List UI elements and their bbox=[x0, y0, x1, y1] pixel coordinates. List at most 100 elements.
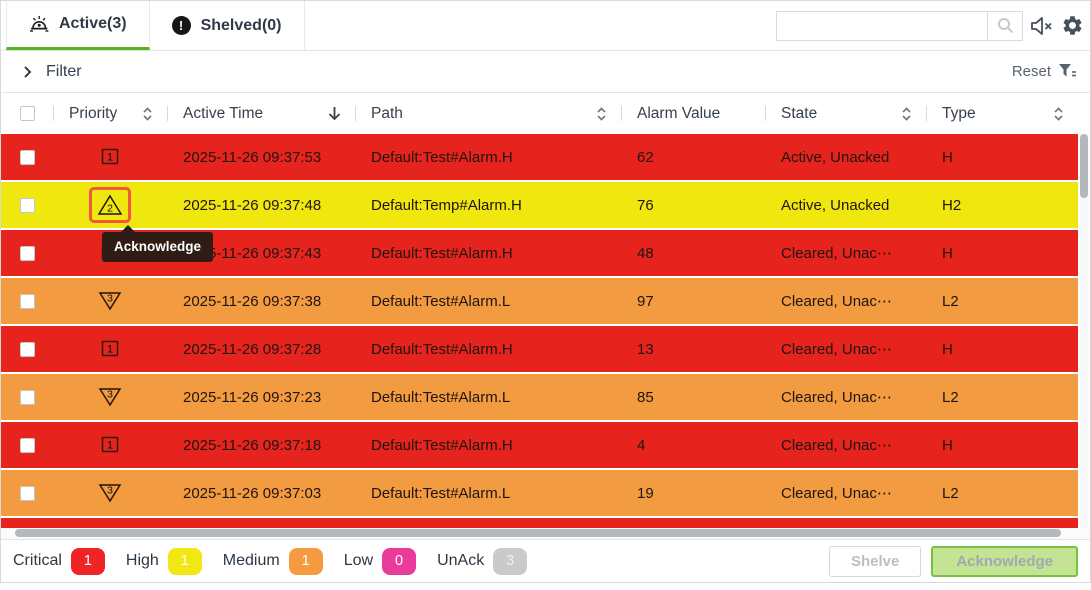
footer-actions: Shelve Acknowledge bbox=[829, 546, 1078, 577]
alarm-row[interactable]: 3 2025-11-26 09:37:38 Default:Test#Alarm… bbox=[1, 278, 1078, 324]
alarm-row[interactable]: 2 2025-11-26 09:37:48 Default:Temp#Alarm… bbox=[1, 182, 1078, 228]
filter-funnel-icon bbox=[1059, 64, 1076, 79]
critical-count-badge: 1 bbox=[71, 548, 105, 575]
type-cell: H bbox=[926, 437, 1078, 454]
alarm-value-cell: 13 bbox=[621, 341, 765, 358]
type-cell: L2 bbox=[926, 293, 1078, 310]
legend-high-label: High bbox=[126, 552, 159, 570]
exclamation-circle-icon: ! bbox=[172, 16, 191, 35]
search-input[interactable] bbox=[776, 11, 987, 41]
sort-desc-icon[interactable] bbox=[328, 106, 341, 121]
tab-shelved-alarms[interactable]: ! Shelved(0) bbox=[150, 1, 305, 50]
svg-text:3: 3 bbox=[107, 293, 113, 305]
header-active-time[interactable]: Active Time bbox=[167, 93, 355, 134]
row-checkbox[interactable] bbox=[20, 390, 35, 405]
row-checkbox[interactable] bbox=[20, 150, 35, 165]
row-checkbox[interactable] bbox=[20, 294, 35, 309]
row-checkbox[interactable] bbox=[20, 246, 35, 261]
legend-medium-label: Medium bbox=[223, 552, 280, 570]
tab-active-alarms[interactable]: Active(3) bbox=[6, 1, 150, 50]
header-select-all[interactable] bbox=[1, 93, 53, 134]
row-checkbox[interactable] bbox=[20, 438, 35, 453]
svg-text:3: 3 bbox=[107, 485, 113, 497]
state-cell: Cleared, Unac⋯ bbox=[765, 436, 926, 454]
mute-icon[interactable] bbox=[1030, 16, 1054, 36]
acknowledge-hover-target[interactable]: 2 bbox=[89, 187, 131, 223]
settings-gear-icon[interactable] bbox=[1061, 14, 1084, 37]
alarm-viewer-window: Active(3) ! Shelved(0) bbox=[0, 0, 1091, 583]
alarm-row[interactable]: 1 2025-11-26 09:37:28 Default:Test#Alarm… bbox=[1, 326, 1078, 372]
legend-medium: Medium 1 bbox=[223, 548, 323, 575]
alarm-row[interactable]: 1 2025-11-26 09:37:18 Default:Test#Alarm… bbox=[1, 422, 1078, 468]
path-cell: Default:Test#Alarm.H bbox=[355, 437, 621, 454]
sort-both-icon[interactable] bbox=[1053, 106, 1064, 122]
vertical-scrollbar[interactable] bbox=[1080, 134, 1088, 528]
legend-critical-label: Critical bbox=[13, 552, 62, 570]
sort-both-icon[interactable] bbox=[596, 106, 607, 122]
type-cell: H bbox=[926, 245, 1078, 262]
status-footer: Critical 1 High 1 Medium 1 Low 0 UnAck 3… bbox=[1, 539, 1090, 582]
path-cell: Default:Test#Alarm.H bbox=[355, 341, 621, 358]
header-state-label: State bbox=[781, 105, 817, 123]
legend-low: Low 0 bbox=[344, 548, 416, 575]
path-cell: Default:Test#Alarm.L bbox=[355, 485, 621, 502]
priority-3-icon: 3 bbox=[97, 385, 123, 409]
sort-both-icon[interactable] bbox=[142, 106, 153, 122]
path-cell: Default:Test#Alarm.L bbox=[355, 389, 621, 406]
header-alarm-value-label: Alarm Value bbox=[637, 105, 720, 123]
header-active-time-label: Active Time bbox=[183, 105, 263, 123]
row-checkbox[interactable] bbox=[20, 486, 35, 501]
priority-2-icon: 2 bbox=[97, 193, 123, 217]
tab-bar-spacer bbox=[305, 1, 777, 50]
active-time-cell: 2025-11-26 09:37:48 bbox=[167, 197, 355, 214]
high-count-badge: 1 bbox=[168, 548, 202, 575]
header-priority[interactable]: Priority bbox=[53, 93, 167, 134]
priority-1-icon: 1 bbox=[97, 145, 123, 169]
alarm-value-cell: 19 bbox=[621, 485, 765, 502]
alarm-value-cell: 85 bbox=[621, 389, 765, 406]
alarm-row[interactable]: 3 2025-11-26 09:37:23 Default:Test#Alarm… bbox=[1, 374, 1078, 420]
alarm-row[interactable]: 3 2025-11-26 09:37:03 Default:Test#Alarm… bbox=[1, 470, 1078, 516]
horizontal-scrollbar[interactable] bbox=[1, 528, 1090, 539]
shelve-button[interactable]: Shelve bbox=[829, 546, 921, 577]
header-alarm-value[interactable]: Alarm Value bbox=[621, 93, 765, 134]
search-button[interactable] bbox=[987, 11, 1023, 41]
svg-text:3: 3 bbox=[107, 389, 113, 401]
legend-critical: Critical 1 bbox=[13, 548, 105, 575]
header-path-label: Path bbox=[371, 105, 403, 123]
header-path[interactable]: Path bbox=[355, 93, 621, 134]
legend-low-label: Low bbox=[344, 552, 373, 570]
search-group bbox=[776, 11, 1023, 40]
priority-3-icon: 3 bbox=[97, 481, 123, 505]
reset-filter-button[interactable]: Reset bbox=[1012, 63, 1076, 80]
priority-1-icon: 1 bbox=[97, 337, 123, 361]
vertical-scrollbar-thumb[interactable] bbox=[1080, 134, 1088, 198]
path-cell: Default:Temp#Alarm.H bbox=[355, 197, 621, 214]
chevron-right-icon bbox=[23, 65, 32, 79]
alarm-row-partial[interactable] bbox=[1, 518, 1078, 528]
alarm-value-cell: 62 bbox=[621, 149, 765, 166]
header-state[interactable]: State bbox=[765, 93, 926, 134]
table-header: Priority Active Time Path bbox=[1, 93, 1078, 134]
type-cell: H bbox=[926, 149, 1078, 166]
legend-unack: UnAck 3 bbox=[437, 548, 527, 575]
svg-text:1: 1 bbox=[107, 344, 113, 356]
acknowledge-tooltip: Acknowledge bbox=[102, 232, 213, 262]
acknowledge-button[interactable]: Acknowledge bbox=[931, 546, 1078, 577]
state-cell: Active, Unacked bbox=[765, 197, 926, 214]
select-all-checkbox[interactable] bbox=[20, 106, 35, 121]
row-checkbox[interactable] bbox=[20, 342, 35, 357]
alarm-row[interactable]: 1 2025-11-26 09:37:53 Default:Test#Alarm… bbox=[1, 134, 1078, 180]
header-type[interactable]: Type bbox=[926, 93, 1078, 134]
type-cell: H2 bbox=[926, 197, 1078, 214]
tab-shelved-label: Shelved(0) bbox=[201, 17, 282, 35]
alarm-value-cell: 4 bbox=[621, 437, 765, 454]
active-time-cell: 2025-11-26 09:37:53 bbox=[167, 149, 355, 166]
state-cell: Active, Unacked bbox=[765, 149, 926, 166]
filter-expander[interactable]: Filter bbox=[23, 63, 82, 81]
sort-both-icon[interactable] bbox=[901, 106, 912, 122]
search-icon bbox=[997, 17, 1014, 34]
row-checkbox[interactable] bbox=[20, 198, 35, 213]
legend-unack-label: UnAck bbox=[437, 552, 484, 570]
horizontal-scrollbar-thumb[interactable] bbox=[15, 529, 1061, 537]
